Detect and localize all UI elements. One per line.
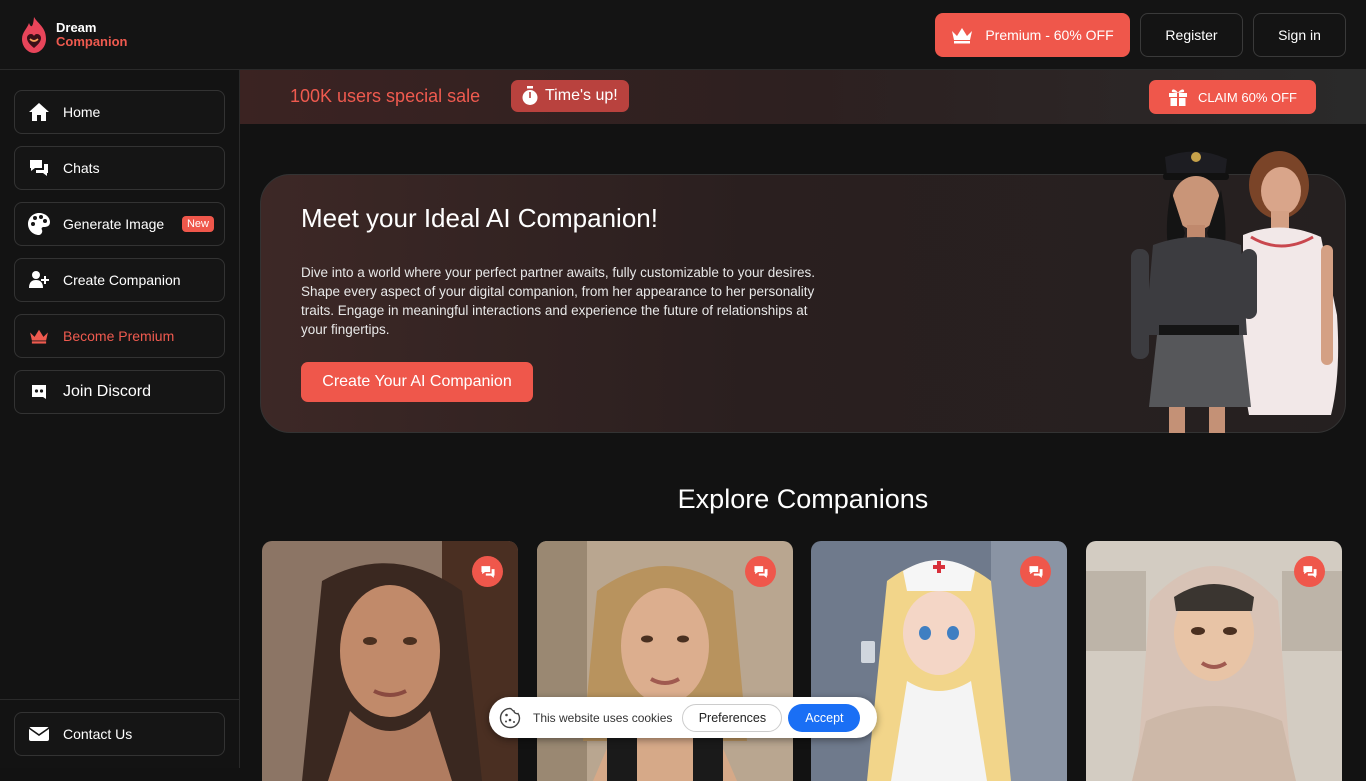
companion-card[interactable] bbox=[537, 541, 793, 781]
hero-companions-image bbox=[1131, 151, 1339, 433]
countdown-text: Time's up! bbox=[545, 87, 618, 104]
explore-companions-title: Explore Companions bbox=[677, 484, 929, 514]
companion-card[interactable] bbox=[262, 541, 518, 781]
sidebar-item-label: Become Premium bbox=[63, 328, 175, 344]
chats-icon bbox=[480, 565, 495, 578]
chats-icon bbox=[1302, 565, 1317, 578]
signin-button[interactable]: Sign in bbox=[1253, 13, 1346, 57]
chats-icon bbox=[753, 565, 768, 578]
cookie-accept-button[interactable]: Accept bbox=[788, 703, 861, 732]
cookie-message: This website uses cookies bbox=[533, 710, 673, 725]
logo[interactable]: Dream Companion bbox=[18, 14, 128, 56]
home-icon bbox=[27, 100, 51, 124]
chats-icon bbox=[1028, 565, 1043, 578]
companion-card[interactable] bbox=[811, 541, 1067, 781]
cookie-icon bbox=[499, 707, 521, 728]
sidebar-item-become-premium[interactable]: Become Premium bbox=[14, 314, 225, 358]
register-button[interactable]: Register bbox=[1140, 13, 1243, 57]
sidebar-item-create-companion[interactable]: Create Companion bbox=[14, 258, 225, 302]
sidebar-divider bbox=[0, 699, 240, 700]
palette-icon bbox=[27, 212, 51, 236]
promo-banner: 100K users special sale Time's up! CLAIM… bbox=[240, 70, 1366, 124]
companion-card[interactable] bbox=[1086, 541, 1342, 781]
premium-offer-button[interactable]: Premium - 60% OFF bbox=[935, 13, 1130, 57]
sidebar-item-generate-image[interactable]: Generate Image New bbox=[14, 202, 225, 246]
sidebar-item-label: Create Companion bbox=[63, 272, 181, 288]
chat-icon-button[interactable] bbox=[472, 556, 503, 587]
sidebar-item-label: Join Discord bbox=[63, 383, 152, 400]
sidebar-item-chats[interactable]: Chats bbox=[14, 146, 225, 190]
cookie-banner: This website uses cookies Preferences Ac… bbox=[489, 697, 877, 738]
gift-icon bbox=[1169, 89, 1188, 106]
hero-banner: Meet your Ideal AI Companion! Dive into … bbox=[260, 151, 1346, 433]
logo-line-1: Dream bbox=[56, 20, 97, 35]
top-bar: Dream Companion Premium - 60% OFF Regist… bbox=[0, 0, 1366, 70]
envelope-icon bbox=[27, 722, 51, 746]
premium-offer-label: Premium - 60% OFF bbox=[985, 27, 1114, 43]
promo-text: 100K users special sale bbox=[290, 86, 481, 106]
claim-offer-button[interactable]: CLAIM 60% OFF bbox=[1149, 80, 1316, 114]
sidebar-item-label: Chats bbox=[63, 160, 100, 176]
sidebar-item-label: Contact Us bbox=[63, 726, 133, 742]
hero-description: Dive into a world where your perfect par… bbox=[301, 265, 815, 337]
chat-icon-button[interactable] bbox=[1020, 556, 1051, 587]
create-companion-button[interactable]: Create Your AI Companion bbox=[301, 362, 533, 402]
new-badge: New bbox=[181, 216, 214, 232]
cookie-preferences-button[interactable]: Preferences bbox=[682, 703, 783, 732]
chats-icon bbox=[27, 156, 51, 180]
claim-offer-label: CLAIM 60% OFF bbox=[1198, 89, 1297, 105]
crown-icon bbox=[27, 324, 51, 348]
sidebar-item-contact-us[interactable]: Contact Us bbox=[14, 712, 225, 756]
countdown-badge: Time's up! bbox=[511, 80, 629, 112]
sidebar: Home Chats Generate Image New Create Com… bbox=[0, 70, 240, 768]
hero-title: Meet your Ideal AI Companion! bbox=[301, 203, 658, 233]
logo-text: Dream Companion bbox=[56, 21, 128, 49]
sidebar-item-home[interactable]: Home bbox=[14, 90, 225, 134]
stopwatch-icon bbox=[522, 86, 538, 105]
crown-icon bbox=[952, 28, 973, 44]
chat-icon-button[interactable] bbox=[745, 556, 776, 587]
sidebar-item-label: Generate Image bbox=[63, 216, 165, 232]
logo-line-2: Companion bbox=[56, 34, 128, 49]
flame-heart-logo-icon bbox=[22, 17, 46, 53]
add-user-icon bbox=[27, 268, 51, 292]
chat-icon-button[interactable] bbox=[1294, 556, 1325, 587]
sidebar-item-join-discord[interactable]: Join Discord bbox=[14, 370, 225, 414]
sidebar-item-label: Home bbox=[63, 104, 101, 120]
discord-icon bbox=[27, 380, 51, 404]
